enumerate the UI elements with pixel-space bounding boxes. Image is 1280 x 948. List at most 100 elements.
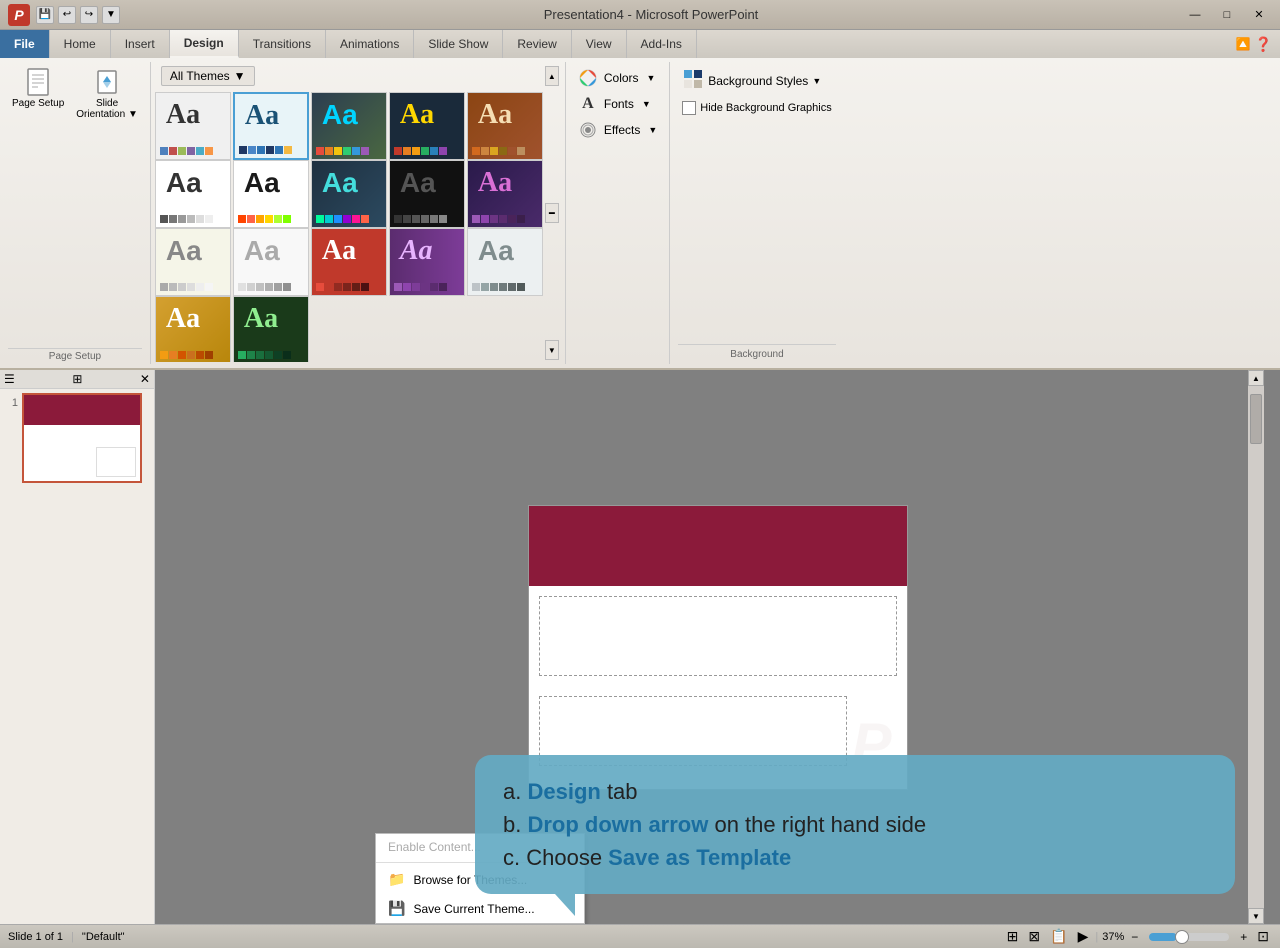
view-normal-btn[interactable]: ⊞ bbox=[1004, 928, 1022, 945]
slide-orientation-button[interactable]: SlideOrientation ▼ bbox=[72, 64, 142, 122]
maximize-button[interactable]: □ bbox=[1214, 6, 1240, 24]
undo-icon[interactable]: ↩ bbox=[58, 6, 76, 24]
theme-item-17[interactable]: Aa bbox=[233, 296, 309, 362]
ribbon-tab-bar: File Home Insert Design Transitions Anim… bbox=[0, 30, 1280, 58]
window-title: Presentation4 - Microsoft PowerPoint bbox=[544, 7, 759, 22]
redo-icon[interactable]: ↪ bbox=[80, 6, 98, 24]
theme-item-6[interactable]: Aa bbox=[155, 160, 231, 228]
theme-item-7[interactable]: Aa bbox=[233, 160, 309, 228]
theme-item-11[interactable]: Aa bbox=[155, 228, 231, 296]
gallery-scroll-up[interactable]: ▲ bbox=[545, 66, 559, 86]
zoom-increase-btn[interactable]: + bbox=[1237, 930, 1250, 944]
zoom-slider-fill bbox=[1149, 933, 1177, 941]
scroll-up-button[interactable]: ▲ bbox=[1248, 370, 1264, 386]
colors-button[interactable]: Colors ▼ bbox=[574, 66, 661, 90]
slide-panel-thumbnail-view[interactable]: ⊞ bbox=[72, 372, 82, 386]
ppt-logo: P bbox=[8, 4, 30, 26]
scroll-track bbox=[1249, 386, 1263, 908]
slide-canvas-area: ▲ ▼ P a. Design tab b. Drop down arrow o… bbox=[155, 370, 1280, 924]
fonts-label: Fonts bbox=[604, 97, 634, 111]
main-area: ☰ ⊞ ✕ 1 ▲ ▼ bbox=[0, 370, 1280, 924]
background-styles-icon bbox=[682, 68, 704, 93]
slide-preview-bg-1 bbox=[24, 395, 140, 425]
theme-item-10[interactable]: Aa bbox=[467, 160, 543, 228]
slide-text-box-1[interactable] bbox=[539, 596, 897, 676]
tab-design[interactable]: Design bbox=[170, 30, 239, 58]
fonts-icon: A bbox=[578, 94, 598, 114]
tab-transitions[interactable]: Transitions bbox=[239, 30, 326, 58]
help-btn[interactable]: ❓ bbox=[1255, 36, 1272, 53]
theme-item-9[interactable]: Aa bbox=[389, 160, 465, 228]
all-themes-arrow: ▼ bbox=[234, 69, 246, 83]
theme-item-1[interactable]: Aa bbox=[155, 92, 231, 160]
theme-item-16[interactable]: Aa bbox=[155, 296, 231, 362]
fonts-button[interactable]: A Fonts ▼ bbox=[574, 92, 661, 116]
tab-animations[interactable]: Animations bbox=[326, 30, 414, 58]
zoom-slider-thumb[interactable] bbox=[1175, 930, 1189, 944]
zoom-decrease-btn[interactable]: − bbox=[1128, 930, 1141, 944]
theme-item-8[interactable]: Aa bbox=[311, 160, 387, 228]
background-styles-button[interactable]: Background Styles ▼ bbox=[678, 66, 835, 95]
enable-content-label: Enable Content... bbox=[388, 840, 481, 854]
close-button[interactable]: ✕ bbox=[1246, 6, 1272, 24]
theme-name: "Default" bbox=[82, 931, 125, 943]
effects-button[interactable]: Effects ▼ bbox=[574, 118, 661, 142]
view-notes-btn[interactable]: 📋 bbox=[1047, 928, 1070, 945]
fit-window-btn[interactable]: ⊡ bbox=[1254, 928, 1272, 945]
title-bar: P 💾 ↩ ↪ ▼ Presentation4 - Microsoft Powe… bbox=[0, 0, 1280, 30]
slide-preview-content-1 bbox=[96, 447, 136, 477]
minimize-button[interactable]: — bbox=[1182, 6, 1208, 24]
tab-add-ins[interactable]: Add-Ins bbox=[627, 30, 697, 58]
theme-item-3[interactable]: Aa bbox=[311, 92, 387, 160]
tab-view[interactable]: View bbox=[572, 30, 627, 58]
theme-item-2[interactable]: Aa bbox=[233, 92, 309, 160]
theme-item-13[interactable]: Aa bbox=[311, 228, 387, 296]
slide-panel-list-view[interactable]: ☰ bbox=[4, 372, 15, 386]
zoom-slider[interactable] bbox=[1149, 933, 1229, 941]
slide-list: 1 bbox=[0, 389, 154, 924]
slide-orientation-icon bbox=[91, 66, 123, 98]
tab-home[interactable]: Home bbox=[50, 30, 111, 58]
title-bar-left: P 💾 ↩ ↪ ▼ bbox=[8, 4, 120, 26]
save-theme-icon: 💾 bbox=[388, 900, 405, 917]
slide-panel-close[interactable]: ✕ bbox=[140, 372, 150, 386]
slide-thumb-1[interactable]: 1 bbox=[4, 393, 150, 483]
save-icon[interactable]: 💾 bbox=[36, 6, 54, 24]
ribbon-customize-group: Colors ▼ A Fonts ▼ Effects ▼ bbox=[566, 62, 670, 364]
hide-bg-checkbox[interactable] bbox=[682, 101, 696, 115]
tooltip-content: a. Design tab b. Drop down arrow on the … bbox=[503, 775, 1207, 874]
colors-icon bbox=[578, 68, 598, 88]
view-slide-sorter-btn[interactable]: ⊠ bbox=[1025, 928, 1043, 945]
scroll-down-button[interactable]: ▼ bbox=[1248, 908, 1264, 924]
slide-count: Slide 1 of 1 bbox=[8, 931, 63, 943]
themes-gallery-container: All Themes ▼ Aa Aa Aa bbox=[151, 62, 566, 364]
slide-panel-header: ☰ ⊞ ✕ bbox=[0, 370, 154, 389]
slide-number-1: 1 bbox=[4, 393, 18, 483]
ribbon: File Home Insert Design Transitions Anim… bbox=[0, 30, 1280, 370]
theme-item-4[interactable]: Aa bbox=[389, 92, 465, 160]
theme-item-15[interactable]: Aa bbox=[467, 228, 543, 296]
tab-file[interactable]: File bbox=[0, 30, 50, 58]
tab-review[interactable]: Review bbox=[503, 30, 571, 58]
scroll-thumb[interactable] bbox=[1250, 394, 1262, 444]
tab-slide-show[interactable]: Slide Show bbox=[414, 30, 503, 58]
colors-arrow: ▼ bbox=[647, 73, 656, 83]
slide-canvas: P bbox=[528, 505, 908, 790]
hide-bg-row: Hide Background Graphics bbox=[678, 99, 835, 117]
view-slideshow-btn[interactable]: ▶ bbox=[1075, 928, 1092, 945]
tab-insert[interactable]: Insert bbox=[111, 30, 170, 58]
slide-preview-1[interactable] bbox=[22, 393, 142, 483]
all-themes-dropdown[interactable]: All Themes ▼ bbox=[161, 66, 255, 86]
dropdown-save-theme[interactable]: 💾 Save Current Theme... bbox=[376, 894, 584, 923]
gallery-scroll-middle[interactable]: ▬ bbox=[545, 203, 559, 223]
all-themes-header: All Themes ▼ bbox=[155, 64, 543, 88]
theme-item-5[interactable]: Aa bbox=[467, 92, 543, 160]
ribbon-collapse-btn[interactable]: 🔼 bbox=[1236, 37, 1251, 51]
hide-bg-label: Hide Background Graphics bbox=[700, 102, 831, 114]
quick-access-icon[interactable]: ▼ bbox=[102, 6, 120, 24]
gallery-scroll-down[interactable]: ▼ bbox=[545, 340, 559, 360]
theme-item-12[interactable]: Aa bbox=[233, 228, 309, 296]
status-bar: Slide 1 of 1 | "Default" ⊞ ⊠ 📋 ▶ | 37% −… bbox=[0, 924, 1280, 948]
theme-item-14[interactable]: Aa bbox=[389, 228, 465, 296]
page-setup-button[interactable]: Page Setup bbox=[8, 64, 68, 111]
